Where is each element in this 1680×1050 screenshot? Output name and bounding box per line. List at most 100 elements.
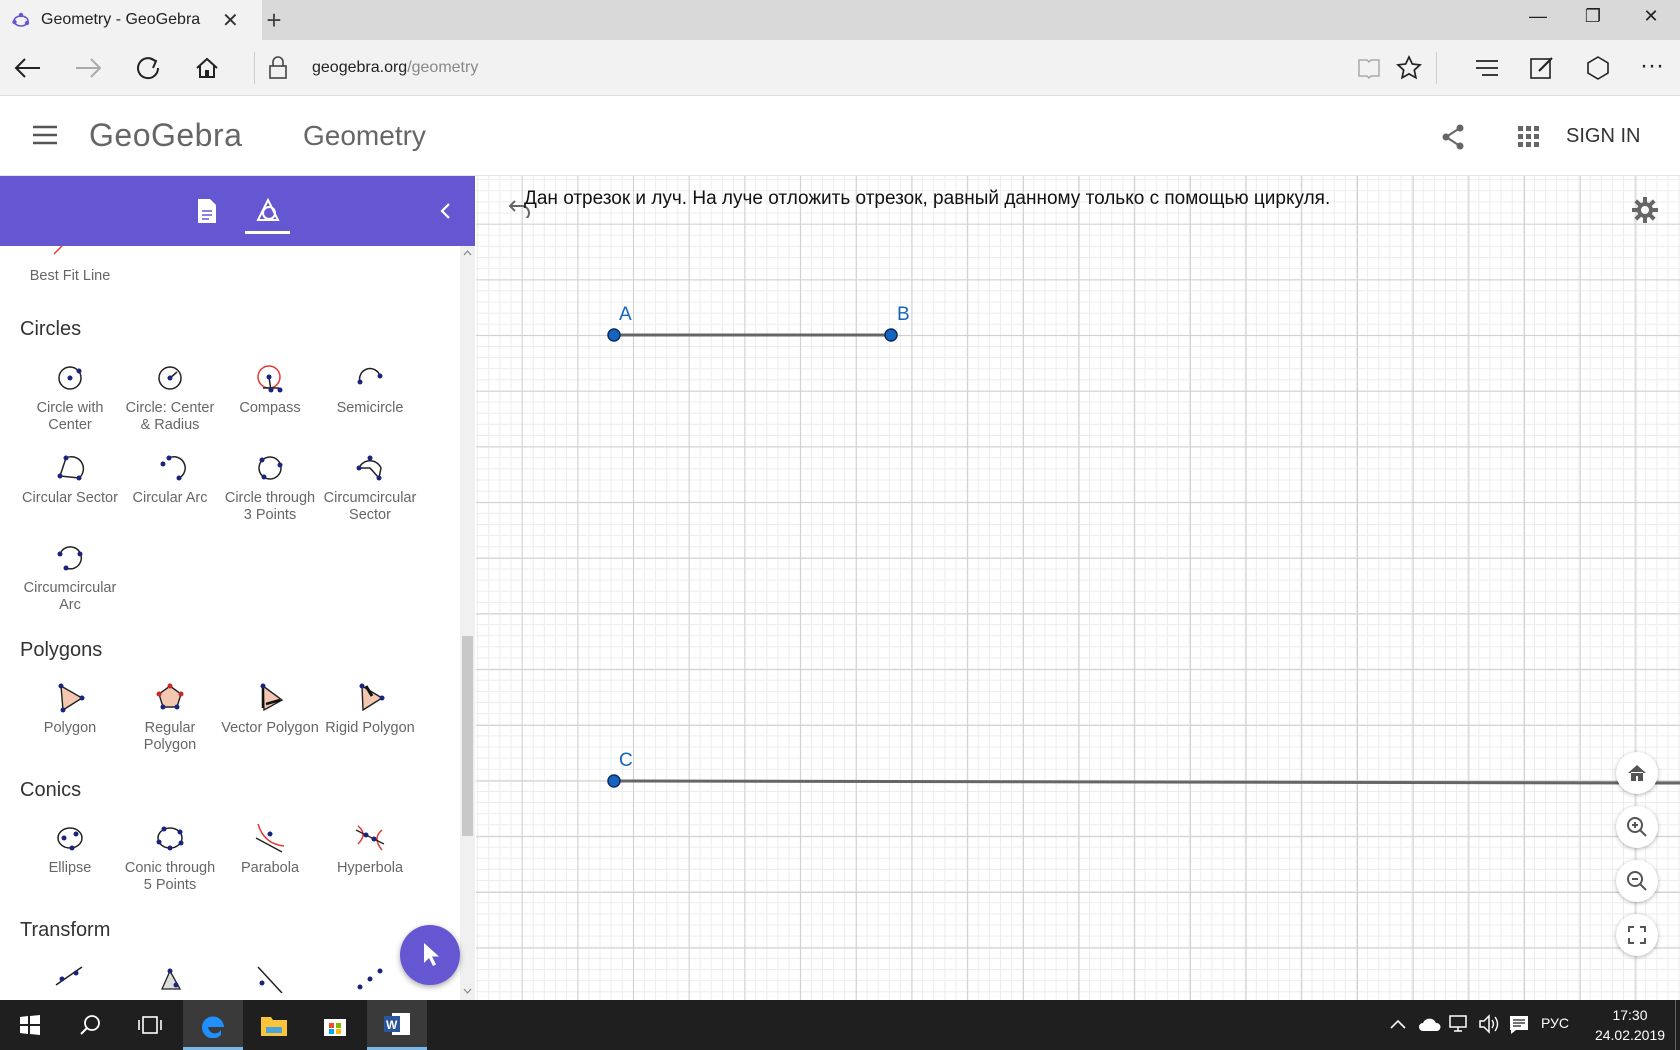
taskbar-word[interactable]: W: [367, 1000, 427, 1050]
tool-circumcircular-arc[interactable]: Circumcircular Arc: [20, 540, 120, 614]
gear-icon[interactable]: [1631, 196, 1659, 224]
language-indicator[interactable]: РУС: [1541, 1015, 1569, 1031]
reading-view-icon[interactable]: [1357, 57, 1381, 79]
reflect-circle-icon[interactable]: [252, 963, 288, 993]
scroll-down-icon[interactable]: [463, 988, 472, 994]
point-c[interactable]: [607, 774, 621, 788]
sidebar-header: [0, 176, 475, 246]
chevron-up-icon[interactable]: [1390, 1019, 1406, 1029]
dilate-icon[interactable]: [352, 963, 388, 993]
restore-button[interactable]: ❐: [1570, 6, 1616, 27]
category-transform: Transform: [20, 919, 111, 941]
taskbar-store[interactable]: [305, 1000, 365, 1050]
point-c-label: C: [619, 750, 633, 771]
tool-label: Circle through 3 Points: [224, 490, 316, 523]
circle-center-radius-icon: [158, 366, 182, 390]
tool-conic-5-points[interactable]: Conic through 5 Points: [120, 820, 220, 894]
tool-label: Circumcircular Sector: [323, 490, 417, 523]
taskbar-explorer[interactable]: [244, 1000, 304, 1050]
tool-regular-polygon[interactable]: Regular Polygon: [120, 680, 220, 754]
show-desktop-button[interactable]: [1675, 1000, 1676, 1050]
start-button[interactable]: [0, 1000, 60, 1050]
tool-label: Regular Polygon: [143, 720, 197, 753]
best-fit-line-icon: [53, 246, 63, 255]
reflect-point-icon[interactable]: [152, 963, 188, 993]
sign-in-button[interactable]: SIGN IN: [1566, 125, 1640, 148]
tools-view-icon[interactable]: [254, 196, 282, 224]
tool-compass[interactable]: Compass: [220, 360, 320, 417]
volume-icon[interactable]: [1478, 1014, 1500, 1034]
algebra-view-icon[interactable]: [197, 198, 217, 224]
address-bar[interactable]: geogebra.org/geometry: [312, 59, 478, 77]
minimize-button[interactable]: —: [1515, 6, 1561, 27]
fullscreen-button[interactable]: [1616, 914, 1658, 956]
category-circles: Circles: [20, 318, 82, 340]
action-center-icon[interactable]: [1508, 1014, 1530, 1036]
sidebar-scrollbar[interactable]: [460, 246, 475, 1000]
zoom-in-button[interactable]: [1616, 806, 1658, 848]
browser-tab[interactable]: Geometry - GeoGebra ✕: [0, 0, 262, 40]
home-button[interactable]: [182, 40, 232, 96]
tool-circular-arc[interactable]: Circular Arc: [120, 450, 220, 507]
point-b[interactable]: [884, 328, 898, 342]
network-icon[interactable]: [1449, 1014, 1471, 1034]
tool-vector-polygon[interactable]: Vector Polygon: [220, 680, 320, 737]
ray-c[interactable]: [613, 779, 1680, 785]
hub-icon[interactable]: [1474, 58, 1500, 78]
refresh-button[interactable]: [123, 40, 173, 96]
tool-label: Polygon: [43, 720, 97, 736]
arrow-left-icon: [14, 58, 40, 78]
task-view-button[interactable]: [120, 1000, 180, 1050]
ellipse-icon: [57, 827, 83, 851]
fullscreen-icon: [1628, 926, 1646, 944]
windows-taskbar: W РУС 17:30 24.02.2019: [0, 1000, 1680, 1050]
scrollbar-thumb[interactable]: [462, 636, 473, 836]
zoom-out-button[interactable]: [1616, 860, 1658, 902]
tool-circle-center-radius[interactable]: Circle: Center & Radius: [120, 360, 220, 434]
taskbar-clock[interactable]: 17:30 24.02.2019: [1585, 1005, 1675, 1045]
tab-close-icon[interactable]: ✕: [222, 8, 239, 33]
share-browser-icon[interactable]: [1584, 54, 1612, 82]
point-a[interactable]: [607, 328, 621, 342]
search-button[interactable]: [60, 1000, 120, 1050]
web-note-icon[interactable]: [1529, 54, 1555, 80]
tool-label: Circle: Center & Radius: [125, 400, 215, 433]
tool-circumcircular-sector[interactable]: Circumcircular Sector: [320, 450, 420, 524]
zoom-out-icon: [1627, 871, 1647, 891]
graphics-view[interactable]: Дан отрезок и луч. На луче отложить отре…: [476, 176, 1680, 1000]
forward-button[interactable]: [63, 40, 113, 96]
hamburger-menu-icon[interactable]: [32, 125, 58, 145]
tool-circular-sector[interactable]: Circular Sector: [20, 450, 120, 507]
tool-best-fit-line[interactable]: Best Fit Line: [20, 264, 120, 285]
tool-polygon[interactable]: Polygon: [20, 680, 120, 737]
tool-hyperbola[interactable]: Hyperbola: [320, 820, 420, 877]
tool-label: Circumcircular Arc: [23, 580, 117, 613]
new-tab-button[interactable]: +: [259, 5, 289, 36]
onedrive-icon[interactable]: [1418, 1015, 1442, 1033]
tool-semicircle[interactable]: Semicircle: [320, 360, 420, 417]
chevron-left-icon[interactable]: [439, 202, 451, 220]
reflect-line-icon[interactable]: [52, 963, 88, 993]
tool-rigid-polygon[interactable]: Rigid Polygon: [320, 680, 420, 737]
url-host: geogebra.org: [312, 59, 408, 76]
vector-polygon-icon: [260, 683, 284, 712]
url-path: /geometry: [407, 59, 479, 76]
home-view-button[interactable]: [1616, 752, 1658, 794]
more-menu-icon[interactable]: ···: [1640, 52, 1664, 80]
tool-circle-with-center[interactable]: Circle with Center: [20, 360, 120, 434]
tool-parabola[interactable]: Parabola: [220, 820, 320, 877]
back-button[interactable]: [3, 40, 53, 96]
scroll-up-icon[interactable]: [463, 250, 472, 256]
share-icon[interactable]: [1441, 123, 1465, 151]
move-tool-button[interactable]: [400, 925, 460, 985]
apps-grid-icon[interactable]: [1518, 126, 1540, 148]
close-window-button[interactable]: ✕: [1628, 6, 1674, 27]
taskbar-edge[interactable]: [183, 1000, 243, 1050]
tool-label: Circular Sector: [22, 490, 118, 506]
geogebra-logo[interactable]: GeoGebra: [89, 117, 242, 154]
geogebra-favicon-icon: [12, 12, 30, 27]
search-icon: [80, 1015, 100, 1035]
favorite-star-icon[interactable]: [1396, 55, 1422, 81]
tool-circle-3-points[interactable]: Circle through 3 Points: [220, 450, 320, 524]
tool-ellipse[interactable]: Ellipse: [20, 820, 120, 877]
